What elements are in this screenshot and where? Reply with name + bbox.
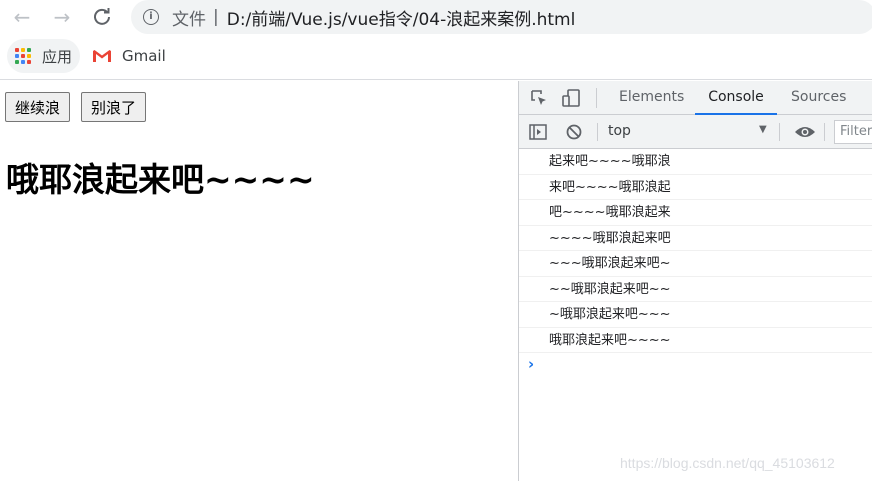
address-bar[interactable]: i 文件 | D:/前端/Vue.js/vue指令/04-浪起来案例.html	[131, 0, 872, 34]
console-toolbar: top ▼ Filter	[519, 115, 872, 149]
info-icon[interactable]: i	[143, 9, 159, 25]
chevron-down-icon[interactable]: ▼	[759, 124, 767, 135]
watermark: https://blog.csdn.net/qq_45103612	[620, 455, 835, 471]
stop-wave-button[interactable]: 别浪了	[81, 92, 147, 122]
context-selector[interactable]: top	[608, 123, 631, 139]
bookmarks-bar: 应用 Gmail	[0, 35, 872, 80]
console-prompt-icon[interactable]: ›	[519, 353, 872, 375]
console-log-line: ~哦耶浪起来吧~~~	[519, 302, 872, 328]
inspect-element-icon[interactable]	[529, 88, 549, 108]
console-log-line: 来吧~~~~哦耶浪起	[519, 175, 872, 200]
bookmark-apps-label: 应用	[42, 47, 73, 66]
live-expression-eye-icon[interactable]	[794, 124, 816, 140]
url-separator: |	[213, 7, 219, 27]
apps-grid-icon	[15, 48, 31, 64]
url-text[interactable]: D:/前端/Vue.js/vue指令/04-浪起来案例.html	[227, 5, 576, 30]
console-log-line: 起来吧~~~~哦耶浪	[519, 149, 872, 175]
clear-console-icon[interactable]	[565, 123, 583, 141]
toolbar-divider	[779, 123, 780, 141]
console-log-line: ~~~哦耶浪起来吧~	[519, 251, 872, 277]
devtools-panel: Elements Console Sources top ▼ Filter 起来…	[518, 81, 872, 481]
browser-toolbar: ← → i 文件 | D:/前端/Vue.js/vue指令/04-浪起来案例.h…	[0, 0, 872, 35]
marquee-headline: 哦耶浪起来吧~~~~	[6, 160, 315, 199]
bookmark-apps[interactable]: 应用	[7, 39, 80, 73]
console-filter-input[interactable]: Filter	[834, 120, 872, 144]
toolbar-divider	[824, 123, 825, 141]
console-log-line: ~~~~哦耶浪起来吧	[519, 226, 872, 251]
forward-arrow-icon[interactable]: →	[50, 5, 74, 29]
device-toolbar-icon[interactable]	[561, 88, 581, 108]
bookmark-gmail[interactable]: Gmail	[92, 39, 166, 73]
tab-console[interactable]: Console	[695, 81, 777, 115]
tabbar-divider	[596, 88, 597, 108]
console-output: 起来吧~~~~哦耶浪 来吧~~~~哦耶浪起 吧~~~~哦耶浪起来 ~~~~哦耶浪…	[519, 149, 872, 375]
show-sidebar-icon[interactable]	[529, 123, 547, 141]
back-arrow-icon[interactable]: ←	[10, 5, 34, 29]
bookmark-gmail-label: Gmail	[122, 47, 166, 65]
console-log-line: 哦耶浪起来吧~~~~	[519, 328, 872, 353]
file-scheme-label: 文件	[172, 9, 206, 30]
gmail-icon	[93, 50, 111, 62]
page-content: 继续浪 别浪了 哦耶浪起来吧~~~~	[0, 81, 518, 481]
reload-icon[interactable]	[90, 5, 114, 29]
devtools-tabbar: Elements Console Sources	[519, 81, 872, 115]
console-log-line: 吧~~~~哦耶浪起来	[519, 200, 872, 226]
tab-elements[interactable]: Elements	[619, 81, 684, 115]
toolbar-divider	[597, 123, 598, 141]
console-log-line: ~~哦耶浪起来吧~~	[519, 277, 872, 302]
tab-sources[interactable]: Sources	[791, 81, 846, 115]
continue-wave-button[interactable]: 继续浪	[5, 92, 71, 122]
